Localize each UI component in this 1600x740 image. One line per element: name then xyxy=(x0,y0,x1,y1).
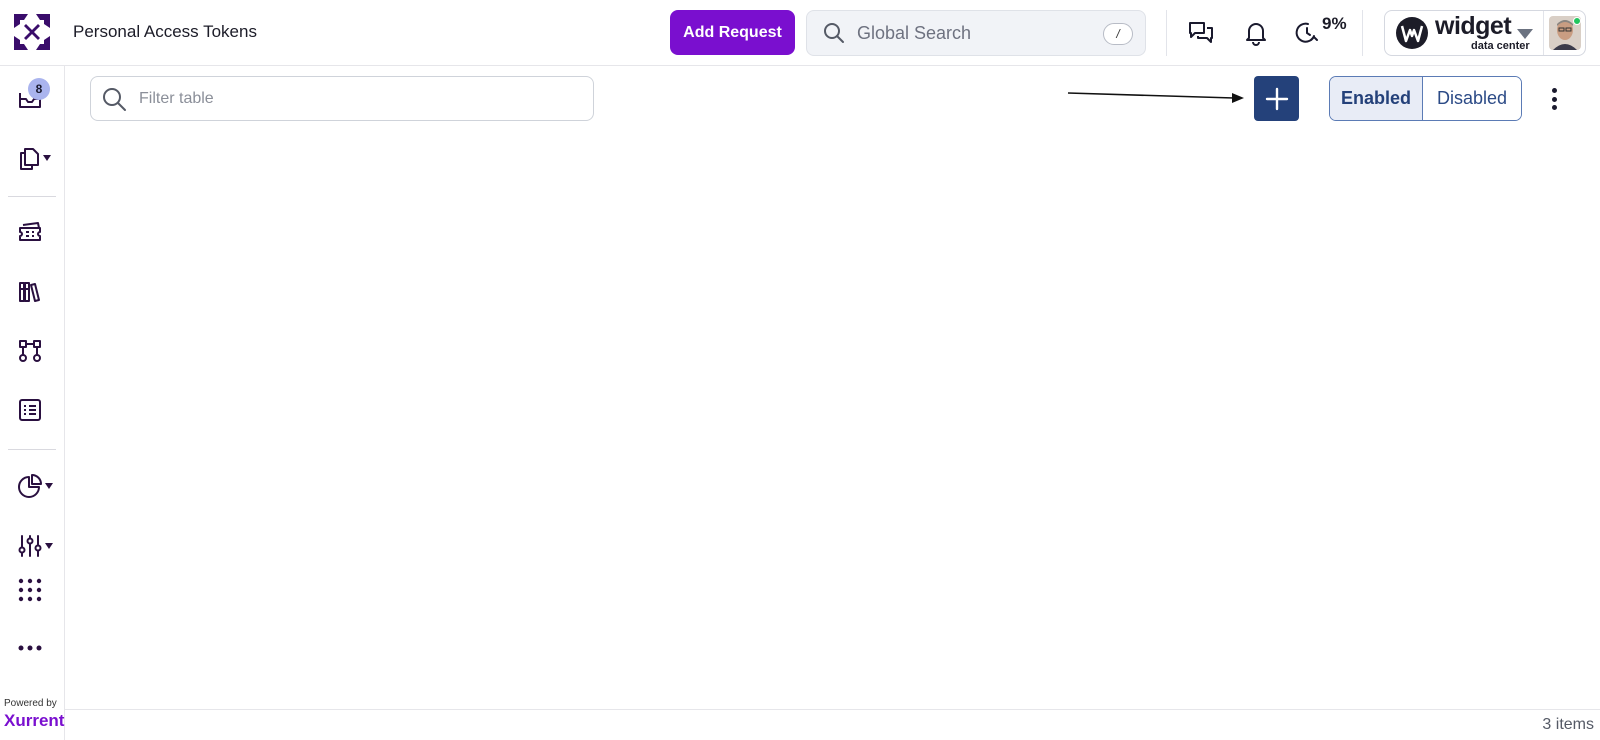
time-tracking-icon[interactable] xyxy=(1292,18,1322,48)
search-shortcut-hint: / xyxy=(1103,23,1133,45)
xurrent-logo-icon[interactable] xyxy=(14,14,50,50)
analytics-icon xyxy=(18,474,42,498)
global-search-input[interactable] xyxy=(857,22,1097,44)
header-divider xyxy=(1166,10,1167,56)
toggle-enabled[interactable]: Enabled xyxy=(1330,77,1424,120)
chevron-down-icon xyxy=(45,543,53,549)
powered-by-label: Powered by xyxy=(4,698,57,709)
online-status-dot xyxy=(1573,17,1581,25)
add-request-button[interactable]: Add Request xyxy=(670,10,795,55)
settings-sliders-icon xyxy=(18,535,42,557)
widget-logo-icon xyxy=(1396,17,1428,49)
tickets-icon xyxy=(19,222,41,241)
top-bar: Personal Access Tokens Add Request / 9% xyxy=(0,0,1600,66)
chevron-down-icon xyxy=(45,483,53,489)
sidebar-item-tickets[interactable] xyxy=(17,215,57,251)
sidebar-item-analytics[interactable] xyxy=(17,468,57,504)
items-count: 3 items xyxy=(1542,716,1594,733)
sidebar-item-list[interactable] xyxy=(17,392,57,428)
more-icon xyxy=(18,645,42,651)
brand-name: widget xyxy=(1435,12,1512,40)
time-percentage: 9% xyxy=(1322,14,1347,33)
workflow-icon xyxy=(19,340,41,362)
toggle-disabled[interactable]: Disabled xyxy=(1423,77,1521,120)
brand-divider xyxy=(1543,11,1544,55)
footer-divider xyxy=(65,709,1600,710)
inbox-badge: 8 xyxy=(28,78,50,100)
chevron-down-icon xyxy=(1517,29,1533,39)
account-switcher[interactable]: widget data center xyxy=(1384,10,1586,56)
sidebar-item-settings[interactable] xyxy=(17,528,57,564)
pointer-arrow-annotation xyxy=(1067,92,1244,103)
header-divider xyxy=(1362,10,1363,56)
apps-grid-icon xyxy=(18,578,42,602)
search-icon xyxy=(103,87,126,111)
list-icon xyxy=(19,399,41,421)
sidebar-item-more[interactable] xyxy=(17,630,57,666)
brand-subtitle: data center xyxy=(1471,40,1530,52)
documents-icon xyxy=(20,148,39,170)
global-search[interactable]: / xyxy=(806,10,1146,56)
filter-table-input[interactable] xyxy=(139,89,559,108)
sidebar-item-workflows[interactable] xyxy=(17,333,57,369)
filter-table[interactable] xyxy=(90,76,594,121)
bell-icon[interactable] xyxy=(1241,18,1271,48)
sidebar-divider xyxy=(8,449,56,450)
plus-icon xyxy=(1265,87,1288,110)
more-options-icon[interactable] xyxy=(1546,86,1562,112)
library-icon xyxy=(19,282,40,302)
sidebar-item-library[interactable] xyxy=(17,274,57,310)
sidebar-item-apps[interactable] xyxy=(17,572,57,608)
sidebar-item-documents[interactable] xyxy=(17,140,57,176)
page-title: Personal Access Tokens xyxy=(73,22,257,41)
status-toggle: Enabled Disabled xyxy=(1329,76,1522,121)
search-icon xyxy=(824,23,844,43)
chevron-down-icon xyxy=(43,155,51,161)
add-token-button[interactable] xyxy=(1254,76,1299,121)
left-sidebar: 8 xyxy=(0,66,65,740)
chat-icon[interactable] xyxy=(1186,18,1216,48)
powered-by-brand[interactable]: Xurrent xyxy=(4,711,64,731)
sidebar-divider xyxy=(8,196,56,197)
